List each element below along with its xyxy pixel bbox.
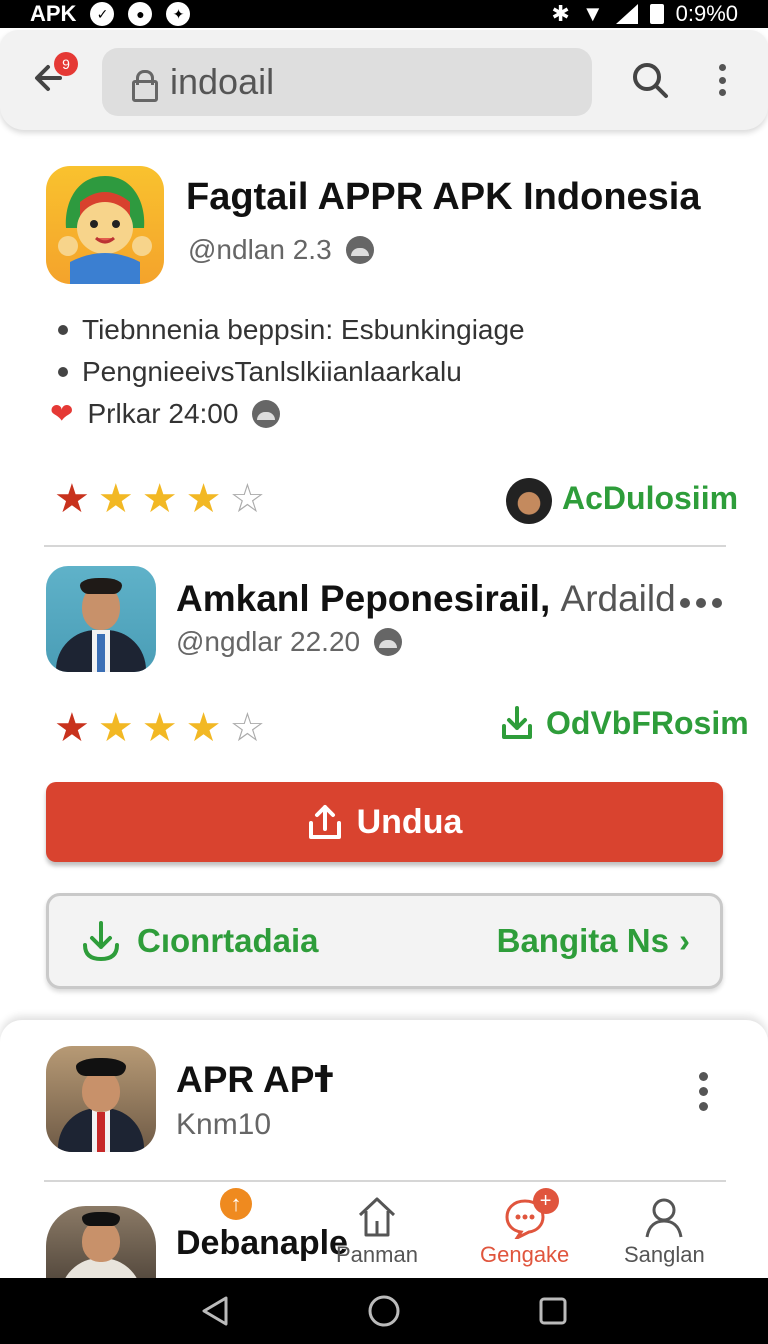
- star-icon: ★: [141, 477, 178, 521]
- app-title[interactable]: Fagtail APPR APK Indonesia: [186, 176, 700, 219]
- system-navigation-bar: [0, 1278, 768, 1344]
- nav-label: Gengake: [480, 1242, 570, 1267]
- status-app-label: APK: [30, 1, 77, 26]
- chevron-right-icon: ›: [679, 922, 690, 959]
- bullet-dot: [58, 367, 68, 377]
- feature-text: PengnieeivsTanlslkiianlaarkalu: [82, 356, 462, 387]
- nav-item-profile[interactable]: Sanglan: [624, 1192, 705, 1268]
- action-link[interactable]: AcDulosiim: [562, 480, 738, 517]
- avatar-tie: [97, 634, 105, 672]
- secondary-right: Bangita Ns ›: [497, 922, 690, 960]
- star-icon: ★: [141, 706, 178, 750]
- app-icon[interactable]: [46, 166, 164, 284]
- avatar[interactable]: [46, 1046, 156, 1152]
- app-subtitle: @ndlan 2.3: [188, 234, 374, 266]
- star-icon: ★: [97, 477, 134, 521]
- status-bar: APK ✓ ● ✦ ✱ ▼ 0:9%0: [0, 0, 768, 28]
- app-title[interactable]: Amkanl Peponesirail, Ardaild: [176, 578, 676, 620]
- divider: [44, 1180, 726, 1182]
- avatar-tie: [97, 1112, 105, 1152]
- system-back-icon[interactable]: [198, 1294, 232, 1328]
- partial-card-title[interactable]: Debanaple: [176, 1224, 348, 1263]
- user-icon: [642, 1192, 686, 1242]
- avatar[interactable]: [46, 1206, 156, 1286]
- feature-bullet: PengnieeivsTanlslkiianlaarkalu: [58, 356, 462, 388]
- secondary-action-button[interactable]: Cıonrtadaia Bangita Ns ›: [46, 893, 723, 989]
- star-empty-icon: ☆: [229, 477, 266, 521]
- mascot-icon: [58, 176, 152, 284]
- bluetooth-icon: ✱: [551, 1, 570, 26]
- avatar-cap: [76, 1058, 126, 1076]
- status-time: 0:9%0: [675, 1, 738, 26]
- avatar[interactable]: [46, 566, 156, 672]
- star-icon: ★: [54, 706, 90, 750]
- top-app-bar: 9 indoail: [0, 30, 768, 130]
- secondary-right-label: Bangita Ns: [496, 922, 669, 959]
- signal-icon: [615, 4, 638, 24]
- overflow-menu-button[interactable]: [712, 60, 732, 100]
- download-button[interactable]: Undua: [46, 782, 723, 862]
- notification-icon: ●: [128, 2, 153, 26]
- globe-icon: [252, 399, 281, 428]
- feature-text: Tiebnnenia beppsin: Esbunkingiage: [82, 314, 525, 345]
- search-icon: [633, 63, 668, 98]
- nav-label: Sanglan: [624, 1242, 705, 1267]
- app-title[interactable]: APR APߙ: [176, 1058, 333, 1101]
- avatar-cap: [82, 1212, 120, 1226]
- avatar: [506, 478, 552, 524]
- meta-text: Prlkar 24:00: [87, 397, 239, 429]
- update-badge-icon: ↑: [220, 1188, 252, 1220]
- nav-item-home[interactable]: Panman: [336, 1192, 418, 1268]
- chat-icon: +: [485, 1188, 565, 1242]
- globe-icon: [345, 236, 374, 264]
- search-button[interactable]: [630, 60, 670, 100]
- home-icon: [356, 1192, 398, 1242]
- wifi-icon: ▼: [581, 1, 604, 26]
- avatar-face: [82, 1070, 120, 1112]
- heart-icon: ❤: [50, 398, 74, 429]
- battery-icon: [649, 4, 664, 24]
- divider: [44, 545, 726, 547]
- download-button-label: Undua: [356, 802, 463, 841]
- feature-bullet: Tiebnnenia beppsin: Esbunkingiage: [58, 314, 525, 346]
- chat-badge: +: [532, 1188, 559, 1214]
- app-version: @ngdlar 22.20: [176, 626, 361, 657]
- app-subtitle: Knm10: [176, 1108, 272, 1141]
- more-options-button[interactable]: [680, 598, 722, 608]
- upload-icon: [308, 805, 341, 839]
- download-icon: [502, 706, 532, 739]
- notification-icon: ✓: [90, 2, 115, 26]
- download-icon: [83, 921, 119, 962]
- app-title-suffix: Ardaild: [560, 578, 676, 619]
- system-recents-icon[interactable]: [536, 1294, 570, 1328]
- system-home-icon[interactable]: [367, 1294, 401, 1328]
- search-input[interactable]: indoail: [102, 48, 592, 116]
- bullet-dot: [58, 325, 68, 335]
- star-rating: ★ ★ ★ ★ ☆: [54, 476, 265, 522]
- notification-badge: 9: [54, 52, 78, 76]
- star-icon: ★: [185, 706, 222, 750]
- app-screen: APK ✓ ● ✦ ✱ ▼ 0:9%0 9 indoail Fagtail AP…: [0, 0, 768, 1344]
- download-link[interactable]: OdVbFRosim: [498, 704, 749, 742]
- nav-item-chat[interactable]: + Gengake: [480, 1188, 570, 1268]
- secondary-left-label: Cıonrtadaia: [137, 922, 319, 959]
- star-rating: ★ ★ ★ ★ ☆: [54, 705, 265, 751]
- app-version: @ndlan 2.3: [188, 234, 332, 265]
- star-icon: ★: [97, 706, 134, 750]
- globe-icon: [374, 628, 403, 656]
- download-link-label: OdVbFRosim: [546, 704, 749, 741]
- lock-icon: [132, 70, 158, 102]
- app-subtitle: @ngdlar 22.20: [176, 626, 403, 658]
- search-input-value: indoail: [170, 61, 275, 102]
- star-empty-icon: ☆: [229, 706, 266, 750]
- star-icon: ★: [185, 477, 222, 521]
- notification-icon: ✦: [166, 2, 191, 26]
- star-icon: ★: [54, 477, 90, 521]
- avatar-face: [82, 1220, 120, 1262]
- meta-row: ❤ Prlkar 24:00: [50, 397, 281, 430]
- app-title-main: Amkanl Peponesirail,: [176, 578, 551, 619]
- avatar-hair: [80, 578, 122, 594]
- more-options-button[interactable]: [699, 1072, 708, 1111]
- nav-label: Panman: [336, 1242, 418, 1267]
